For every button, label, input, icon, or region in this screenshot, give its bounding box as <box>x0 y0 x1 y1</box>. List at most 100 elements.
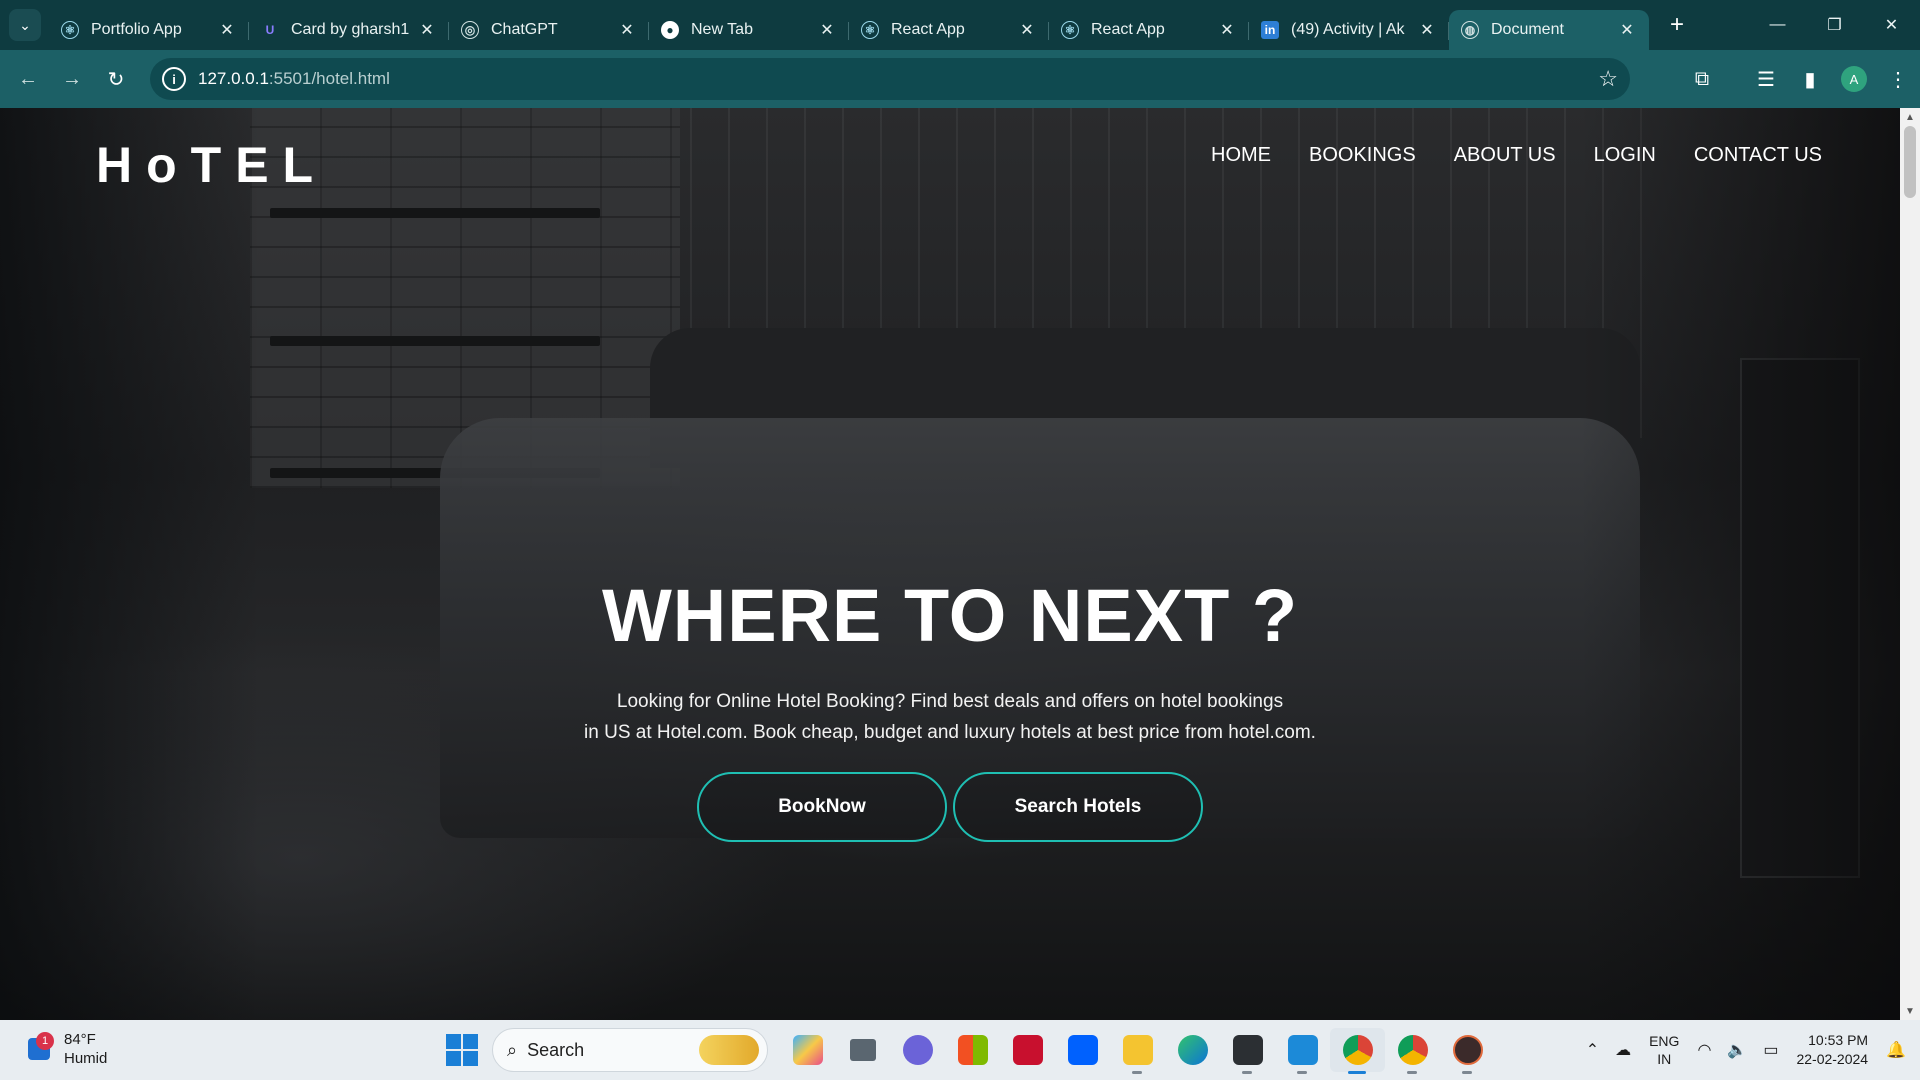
teams-app[interactable] <box>890 1028 945 1072</box>
book-now-button[interactable]: BookNow <box>697 772 947 842</box>
edge-app[interactable] <box>1165 1028 1220 1072</box>
chrome-icon <box>1342 1035 1373 1065</box>
profile-avatar[interactable]: A <box>1832 57 1876 101</box>
hero-title: WHERE TO NEXT ? <box>601 574 1299 657</box>
system-tray: ⌃ ☁ ENG IN ◠ 🔈 ▭ 10:53 PM 22-02-2024 🔔 <box>1578 1020 1920 1080</box>
close-icon[interactable]: ✕ <box>1417 20 1437 40</box>
tab-search-button[interactable]: ⌄ <box>9 9 41 41</box>
reload-icon[interactable]: ↻ <box>98 61 134 97</box>
terminal-app[interactable] <box>1220 1028 1275 1074</box>
hero-buttons: BookNow Search Hotels <box>0 772 1900 842</box>
task-view-app[interactable] <box>835 1028 890 1072</box>
back-icon[interactable]: ← <box>10 61 46 97</box>
hotel-hero-section: HoTEL HOME BOOKINGS ABOUT US LOGIN CONTA… <box>0 108 1900 1020</box>
media-controls-icon[interactable]: ☰ <box>1744 57 1788 101</box>
url-text[interactable]: 127.0.0.1:5501/hotel.html <box>198 69 390 89</box>
scrollbar-thumb[interactable] <box>1904 126 1916 198</box>
close-icon[interactable]: ✕ <box>417 20 437 40</box>
volume-icon[interactable]: 🔈 <box>1727 1040 1747 1060</box>
chrome-app[interactable] <box>1330 1028 1385 1074</box>
avatar: A <box>1841 66 1867 92</box>
chrome-app-2[interactable] <box>1385 1028 1440 1074</box>
browser-tab-strip: ⌄ ⚛ Portfolio App ✕ U Card by gharsh1 ✕ … <box>0 0 1920 50</box>
tab-portfolio-app[interactable]: ⚛ Portfolio App ✕ <box>49 10 249 50</box>
chatgpt-icon: ◎ <box>461 21 479 39</box>
url-path: :5501/hotel.html <box>268 69 390 88</box>
onedrive-icon[interactable]: ☁ <box>1615 1040 1631 1060</box>
restore-icon[interactable]: ❐ <box>1806 0 1863 50</box>
tab-list: ⚛ Portfolio App ✕ U Card by gharsh1 ✕ ◎ … <box>49 0 1693 50</box>
scroll-up-icon[interactable]: ▲ <box>1900 108 1920 126</box>
minimize-icon[interactable]: — <box>1749 0 1806 50</box>
wifi-icon[interactable]: ◠ <box>1697 1040 1711 1060</box>
tab-react-app-2[interactable]: ⚛ React App ✕ <box>1049 10 1249 50</box>
main-nav: HOME BOOKINGS ABOUT US LOGIN CONTACT US <box>1173 144 1822 167</box>
tab-title: React App <box>1091 21 1165 38</box>
tab-document[interactable]: ◍ Document ✕ <box>1449 10 1649 50</box>
windows-logo-icon <box>446 1034 461 1049</box>
globe-icon: ◍ <box>1461 21 1479 39</box>
tab-title: React App <box>891 21 965 38</box>
new-tab-button[interactable]: + <box>1661 9 1693 41</box>
background-shelf <box>270 336 600 346</box>
media-player-app[interactable] <box>1440 1028 1495 1074</box>
side-panel-icon[interactable]: ▮ <box>1788 57 1832 101</box>
search-hotels-button[interactable]: Search Hotels <box>953 772 1203 842</box>
bookmark-star-icon[interactable]: ☆ <box>1598 66 1618 92</box>
site-logo[interactable]: HoTEL <box>96 136 327 194</box>
edge-icon <box>1177 1035 1208 1065</box>
nav-bookings[interactable]: BOOKINGS <box>1309 144 1416 167</box>
close-icon[interactable]: ✕ <box>217 20 237 40</box>
nav-login[interactable]: LOGIN <box>1594 144 1656 167</box>
tab-new-tab[interactable]: ● New Tab ✕ <box>649 10 849 50</box>
notifications-bell-icon[interactable]: 🔔 <box>1886 1040 1906 1060</box>
weather-icon: 1 <box>22 1032 56 1066</box>
close-icon[interactable]: ✕ <box>1217 20 1237 40</box>
site-info-icon[interactable]: i <box>162 67 186 91</box>
microsoft-store-icon <box>957 1035 988 1065</box>
store-app[interactable] <box>945 1028 1000 1072</box>
close-icon[interactable]: ✕ <box>1017 20 1037 40</box>
forward-icon[interactable]: → <box>54 61 90 97</box>
weather-temperature: 84°F <box>64 1031 96 1048</box>
close-icon[interactable]: ✕ <box>617 20 637 40</box>
dropbox-app[interactable] <box>1055 1028 1110 1072</box>
notification-badge: 1 <box>36 1032 54 1050</box>
react-icon: ⚛ <box>61 21 79 39</box>
dropbox-icon <box>1067 1035 1098 1065</box>
tab-title: ChatGPT <box>491 21 558 38</box>
close-window-icon[interactable]: ✕ <box>1863 0 1920 50</box>
nav-contact-us[interactable]: CONTACT US <box>1694 144 1822 167</box>
tab-card-by-gharsh[interactable]: U Card by gharsh1 ✕ <box>249 10 449 50</box>
tab-chatgpt[interactable]: ◎ ChatGPT ✕ <box>449 10 649 50</box>
clock[interactable]: 10:53 PM 22-02-2024 <box>1796 1031 1868 1069</box>
more-menu-icon[interactable]: ⋮ <box>1876 57 1920 101</box>
language-code: ENG <box>1649 1033 1680 1049</box>
page-scrollbar[interactable]: ▲ ▼ <box>1900 108 1920 1020</box>
close-icon[interactable]: ✕ <box>1617 20 1637 40</box>
background-shadow-left <box>0 108 260 1020</box>
file-explorer-app[interactable] <box>1110 1028 1165 1074</box>
chevron-up-icon[interactable]: ⌃ <box>1586 1040 1599 1060</box>
hero-description-line: in US at Hotel.com. Book cheap, budget a… <box>584 722 1316 743</box>
scroll-down-icon[interactable]: ▼ <box>1900 1002 1920 1020</box>
tab-title: Card by gharsh1 <box>291 21 410 38</box>
nav-about-us[interactable]: ABOUT US <box>1454 144 1556 167</box>
uiverse-icon: U <box>265 23 275 37</box>
language-indicator[interactable]: ENG IN <box>1649 1032 1679 1068</box>
battery-icon[interactable]: ▭ <box>1763 1040 1778 1060</box>
start-button[interactable] <box>446 1034 478 1066</box>
linkedin-icon: in <box>1261 21 1279 39</box>
extensions-icon[interactable]: ⧉ <box>1680 57 1724 101</box>
address-bar[interactable]: i 127.0.0.1:5501/hotel.html ☆ <box>150 58 1630 100</box>
terminal-icon <box>1232 1035 1263 1065</box>
close-icon[interactable]: ✕ <box>817 20 837 40</box>
mcafee-app[interactable] <box>1000 1028 1055 1072</box>
nav-home[interactable]: HOME <box>1211 144 1271 167</box>
vscode-app[interactable] <box>1275 1028 1330 1074</box>
tab-linkedin-activity[interactable]: in (49) Activity | Ak ✕ <box>1249 10 1449 50</box>
taskbar-search[interactable]: ⌕ Search <box>492 1028 768 1072</box>
weather-widget[interactable]: 1 84°F Humid <box>22 1030 107 1068</box>
copilot-app[interactable] <box>780 1028 835 1072</box>
tab-react-app-1[interactable]: ⚛ React App ✕ <box>849 10 1049 50</box>
